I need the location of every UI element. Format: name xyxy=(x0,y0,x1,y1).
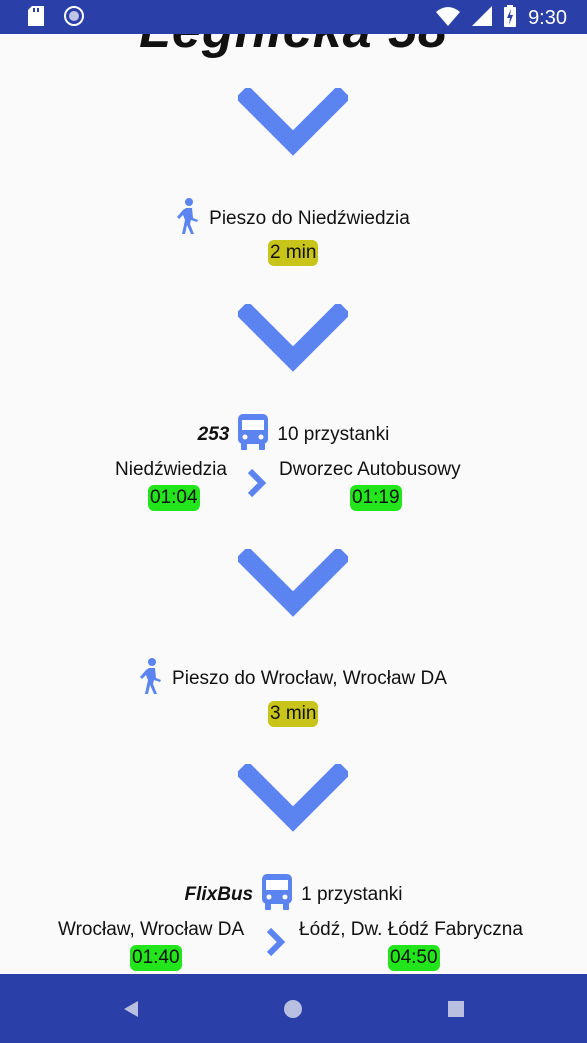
arrival-time-badge: 01:19 xyxy=(350,485,402,511)
wifi-icon xyxy=(436,6,461,31)
navigation-bar xyxy=(0,974,587,1043)
chevron-right-icon xyxy=(245,467,269,499)
duration-badge: 3 min xyxy=(268,701,319,727)
chevron-down-icon xyxy=(238,304,348,374)
from-stop: Wrocław, Wrocław DA xyxy=(58,919,245,940)
to-stop: Dworzec Autobusowy xyxy=(279,459,461,480)
duration-badge: 2 min xyxy=(268,240,319,266)
battery-charging-icon xyxy=(504,5,517,32)
recents-icon[interactable] xyxy=(441,994,471,1024)
from-stop: Niedźwiedzia xyxy=(115,459,227,480)
sync-icon xyxy=(64,6,84,31)
departure-time-badge: 01:40 xyxy=(130,945,182,971)
walk-icon xyxy=(177,198,199,240)
home-icon[interactable] xyxy=(278,994,308,1024)
stops-count: 1 przystanki xyxy=(301,884,403,905)
chevron-down-icon xyxy=(238,549,348,619)
ride-step-header: 253 10 przystanki xyxy=(0,414,587,456)
page-title: Legnicka 58 xyxy=(0,34,587,60)
status-bar: 9:30 xyxy=(0,0,587,34)
walk-step: Pieszo do Niedźwiedzia xyxy=(0,198,587,240)
chevron-right-icon xyxy=(264,926,288,958)
ride-step-header: FlixBus 1 przystanki xyxy=(0,874,587,916)
arrival-time-badge: 04:50 xyxy=(388,945,440,971)
clock: 9:30 xyxy=(528,7,567,29)
back-icon[interactable] xyxy=(115,994,145,1024)
walk-label: Pieszo do Wrocław, Wrocław DA xyxy=(172,668,447,689)
bus-icon xyxy=(237,414,269,456)
line-name: 253 xyxy=(197,424,230,445)
chevron-down-icon xyxy=(238,764,348,834)
line-name: FlixBus xyxy=(184,884,254,905)
to-stop: Łódź, Dw. Łódź Fabryczna xyxy=(299,919,523,940)
sd-card-icon xyxy=(28,6,44,31)
stops-count: 10 przystanki xyxy=(277,424,390,445)
bus-icon xyxy=(261,874,293,916)
chevron-down-icon xyxy=(238,88,348,158)
departure-time-badge: 01:04 xyxy=(148,485,200,511)
signal-icon xyxy=(472,6,493,31)
walk-step: Pieszo do Wrocław, Wrocław DA xyxy=(0,658,587,700)
walk-icon xyxy=(140,658,162,700)
walk-label: Pieszo do Niedźwiedzia xyxy=(209,208,410,229)
route-details[interactable]: Legnicka 58 Pieszo do Niedźwiedzia 2 min… xyxy=(0,34,587,974)
